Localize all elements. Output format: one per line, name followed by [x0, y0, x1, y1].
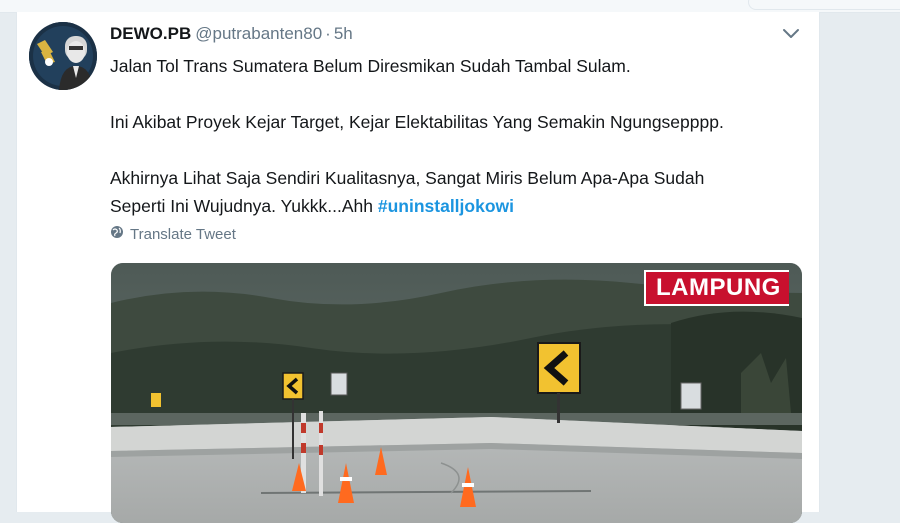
video-media[interactable]: LAMPUNG — [111, 263, 802, 523]
globe-icon — [110, 225, 124, 243]
user-handle[interactable]: @putrabanten80 — [195, 24, 322, 43]
tweet-timestamp[interactable]: 5h — [334, 24, 353, 43]
tweet-text: Jalan Tol Trans Sumatera Belum Diresmika… — [110, 52, 810, 220]
search-box-edge[interactable] — [748, 0, 900, 10]
translate-label: Translate Tweet — [130, 225, 236, 243]
tweet-line: Ini Akibat Proyek Kejar Target, Kejar El… — [110, 112, 724, 132]
chevron-down-icon[interactable] — [781, 26, 801, 42]
avatar[interactable] — [29, 22, 97, 90]
tweet-line-text: Seperti Ini Wujudnya. Yukkk...Ahh — [110, 196, 373, 216]
tweet-line: Akhirnya Lihat Saja Sendiri Kualitasnya,… — [110, 168, 705, 188]
display-name[interactable]: DEWO.PB — [110, 24, 191, 43]
channel-tag: LAMPUNG — [644, 270, 789, 306]
tweet-line: Jalan Tol Trans Sumatera Belum Diresmika… — [110, 56, 631, 76]
tweet-header: DEWO.PB @putrabanten80 · 5h — [110, 24, 353, 44]
tweet-card[interactable]: DEWO.PB @putrabanten80 · 5h Jalan Tol Trans… — [16, 12, 820, 523]
avatar-image — [29, 22, 97, 90]
hashtag-link[interactable]: #uninstalljokowi — [378, 196, 514, 216]
separator-dot: · — [325, 24, 331, 43]
tweet-line-last: Seperti Ini Wujudnya. Yukkk...Ahh #unins… — [110, 192, 810, 220]
translate-tweet-link[interactable]: Translate Tweet — [110, 225, 236, 243]
